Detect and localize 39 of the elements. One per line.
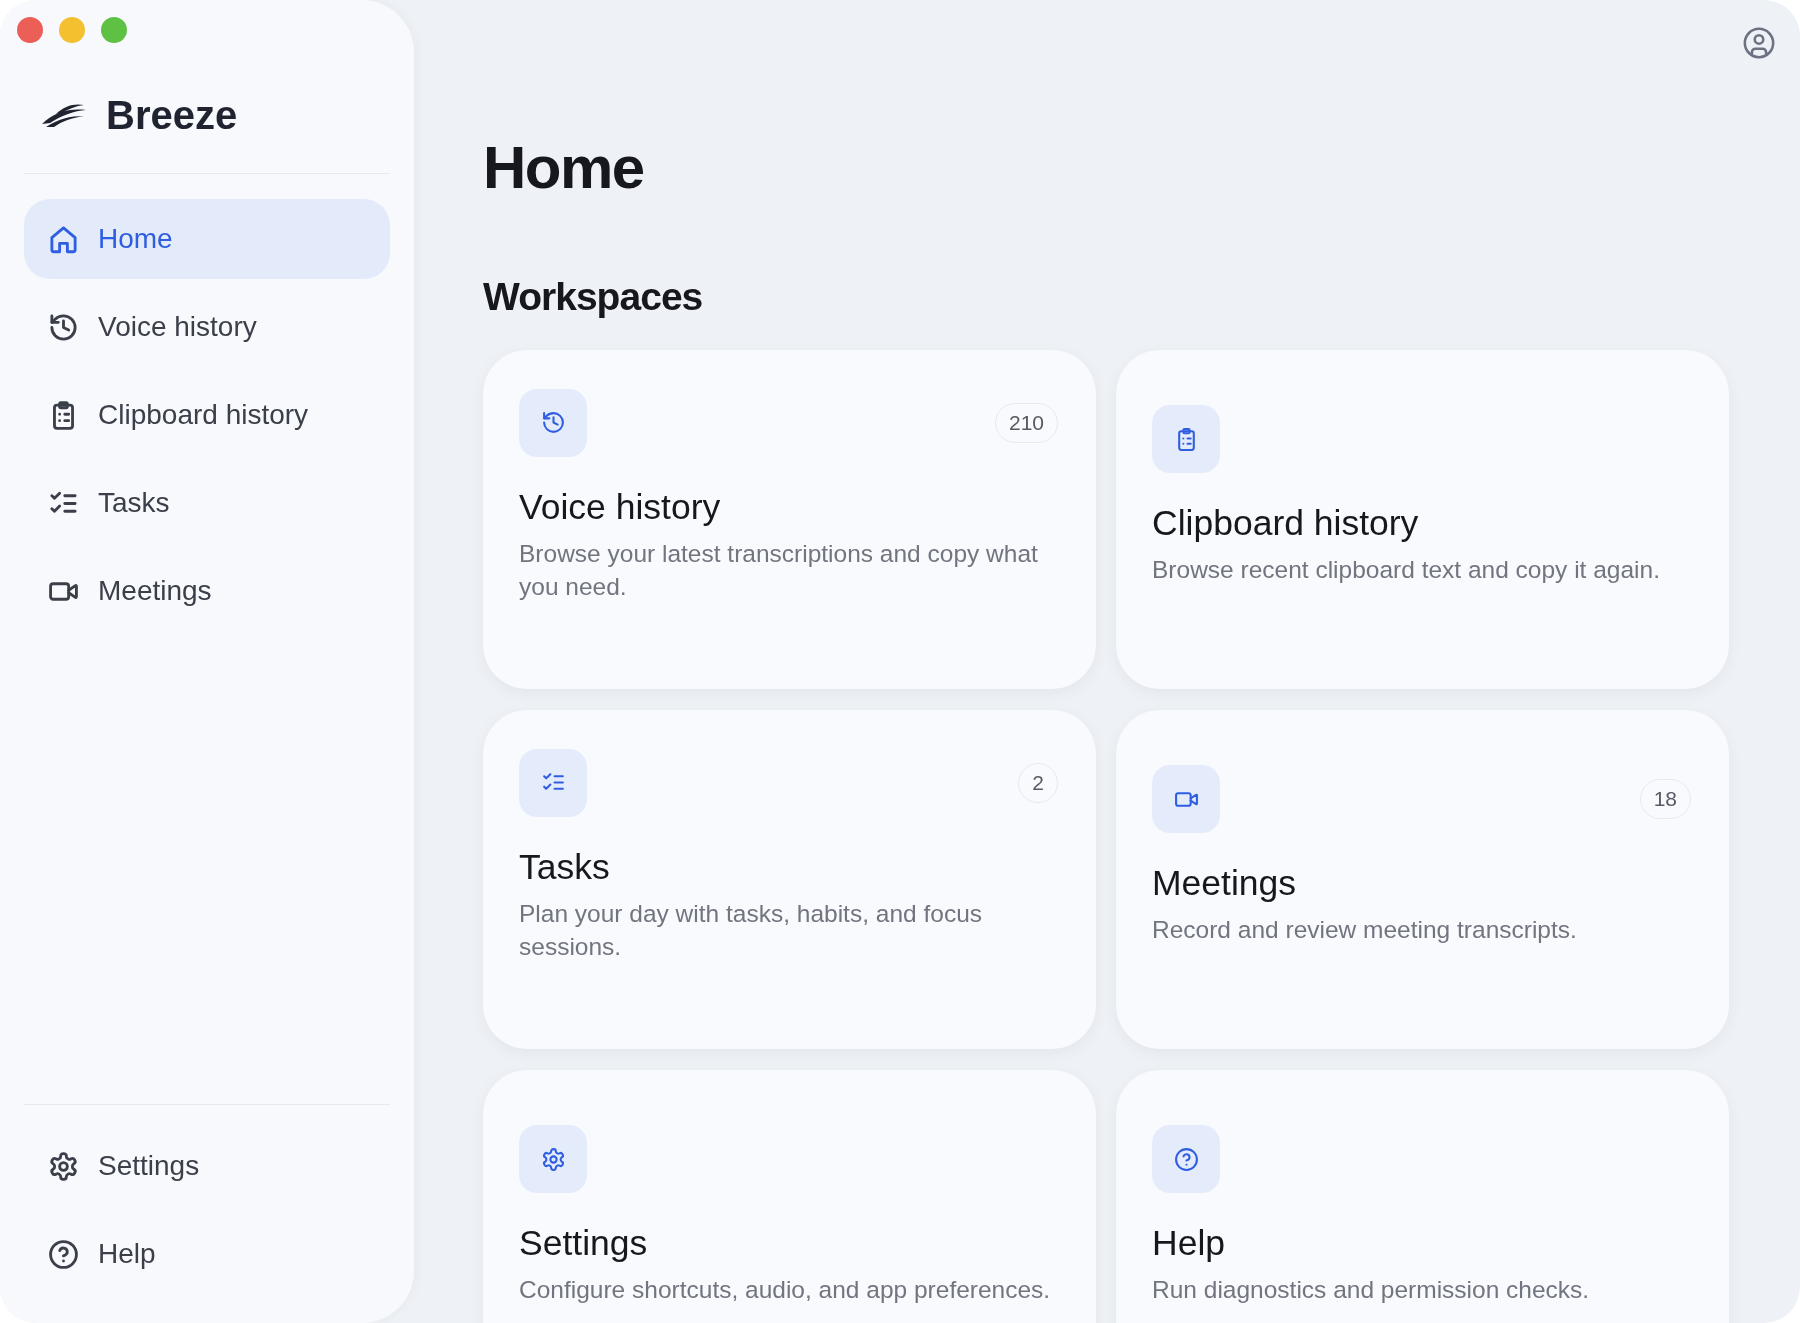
zoom-button[interactable] xyxy=(101,17,127,43)
help-icon xyxy=(48,1238,79,1270)
history-icon xyxy=(48,311,79,343)
workspace-card[interactable]: Help Run diagnostics and permission checks. xyxy=(1116,1070,1729,1323)
card-description: Run diagnostics and permission checks. xyxy=(1152,1275,1591,1305)
card-title: Tasks xyxy=(519,845,611,889)
card-description: Record and review meeting transcripts. xyxy=(1152,915,1578,945)
card-description: Configure shortcuts, audio, and app preferences. xyxy=(519,1275,1052,1305)
workspace-card[interactable]: 18 Meetings Record and review meeting transcripts. xyxy=(1116,710,1729,1049)
card-title: Help xyxy=(1152,1222,1226,1265)
sidebar-item[interactable]: Settings xyxy=(24,1126,390,1206)
help-icon xyxy=(1173,1146,1199,1172)
sidebar-item[interactable]: Help xyxy=(24,1214,390,1294)
sidebar-item[interactable]: Tasks xyxy=(24,463,390,543)
sidebar-item[interactable]: Meetings xyxy=(24,551,390,631)
workspace-card[interactable]: Settings Configure shortcuts, audio, and app preferences. xyxy=(483,1070,1096,1323)
card-description: Browse your latest transcriptions and copy what you need. xyxy=(519,538,1039,602)
app-name: Breeze xyxy=(106,95,238,135)
card-title: Settings xyxy=(519,1222,649,1265)
home-icon xyxy=(48,223,79,255)
card-title: Voice history xyxy=(519,485,722,529)
page-title: Home xyxy=(483,133,645,203)
settings-icon xyxy=(540,1146,566,1172)
workspace-card[interactable]: 210 Voice history Browse your latest transcriptions and copy what you need. xyxy=(483,350,1096,689)
user-icon[interactable] xyxy=(1742,26,1776,60)
sidebar-item[interactable]: Clipboard history xyxy=(24,375,390,455)
sidebar-item[interactable]: Home xyxy=(24,199,390,279)
card-title: Clipboard history xyxy=(1152,502,1420,545)
sidebar-item[interactable]: Voice history xyxy=(24,287,390,367)
minimize-button[interactable] xyxy=(59,17,85,43)
history-icon xyxy=(540,410,566,435)
card-title: Meetings xyxy=(1152,862,1298,905)
section-title: Workspaces xyxy=(483,274,704,320)
workspace-card[interactable]: 2 Tasks Plan your day with tasks, habits, and focus sessions. xyxy=(483,710,1096,1049)
card-description: Browse recent clipboard text and copy it again. xyxy=(1152,555,1661,585)
close-button[interactable] xyxy=(17,17,43,43)
card-description: Plan your day with tasks, habits, and focus sessions. xyxy=(519,898,984,962)
settings-icon xyxy=(48,1150,79,1182)
workspace-card[interactable]: Clipboard history Browse recent clipboard text and copy it again. xyxy=(1116,350,1729,689)
